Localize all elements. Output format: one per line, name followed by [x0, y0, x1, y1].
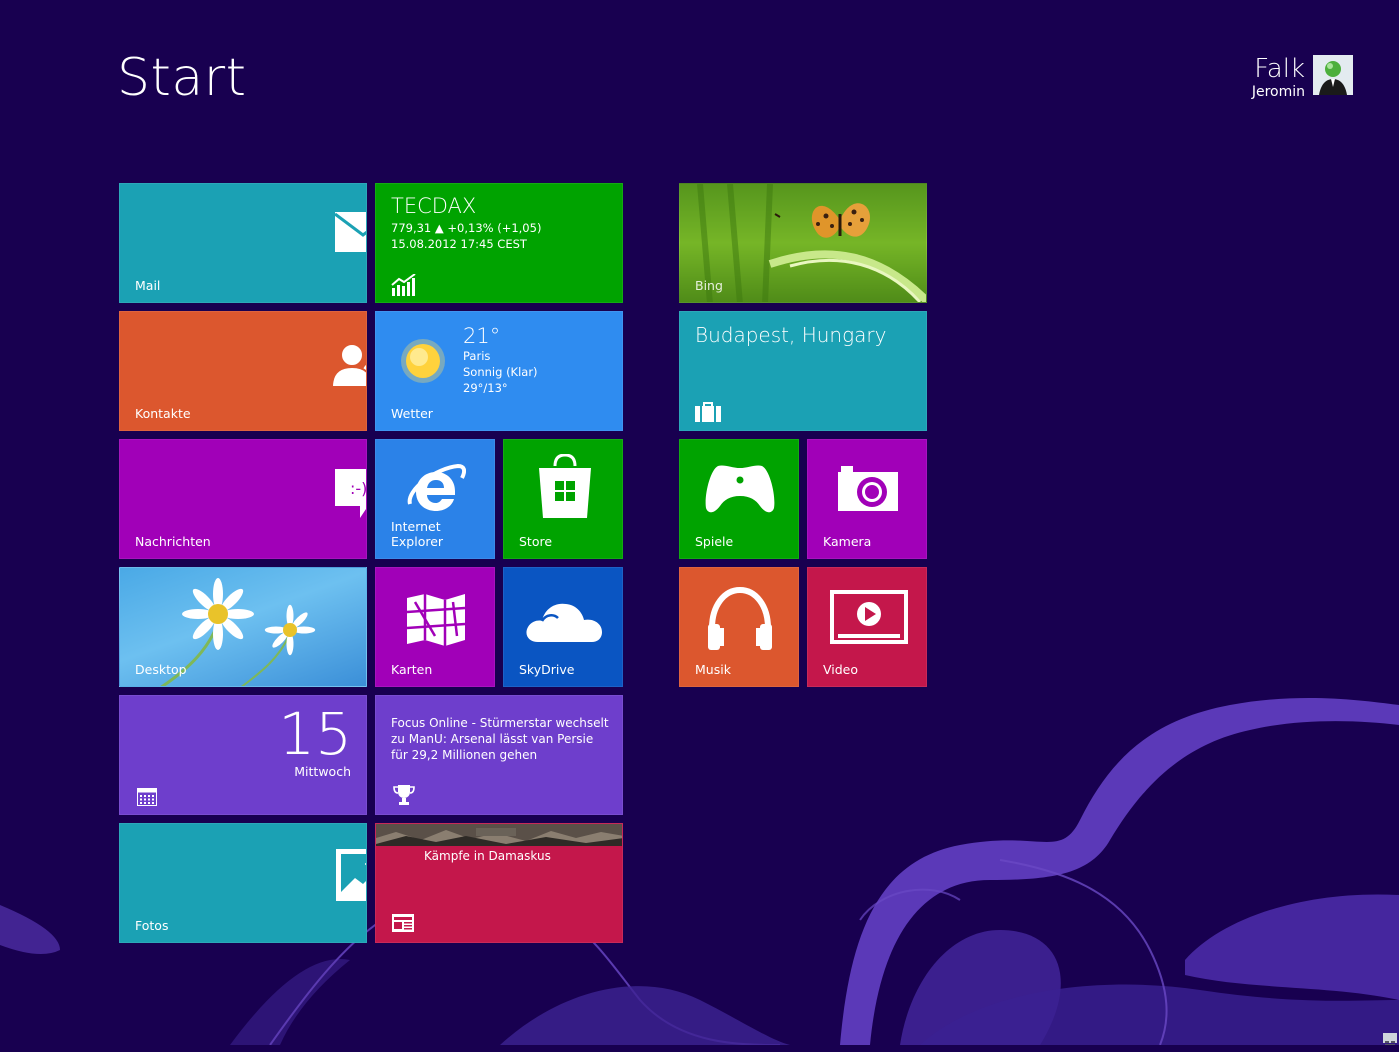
camera-icon: [838, 466, 898, 511]
calendar-weekday: Mittwoch: [294, 764, 351, 779]
zoom-button[interactable]: [1383, 1033, 1397, 1045]
zoom-icon: [1385, 1041, 1395, 1045]
tile-sports[interactable]: Focus Online - Stürmerstar wechselt zu M…: [375, 695, 623, 815]
cloud-icon: [526, 603, 602, 642]
sports-headline: Focus Online - Stürmerstar wechselt zu M…: [391, 716, 609, 762]
tile-weather[interactable]: 21° Paris Sonnig (Klar) 29°/13° Wetter: [375, 311, 623, 431]
tile-calendar[interactable]: 15 Mittwoch: [119, 695, 367, 815]
finance-chart-icon: [391, 274, 416, 296]
tile-label: Internet Explorer: [391, 519, 444, 549]
tile-mail[interactable]: Mail: [119, 183, 367, 303]
user-avatar-icon: [1313, 55, 1353, 95]
tile-messaging[interactable]: :-) Nachrichten: [119, 439, 367, 559]
newspaper-icon: [392, 914, 414, 932]
tile-label: SkyDrive: [519, 662, 575, 677]
tile-label: Bing: [695, 278, 723, 293]
user-account[interactable]: Falk Jeromin: [1252, 55, 1353, 101]
tile-label: Mail: [135, 278, 161, 293]
calendar-day: 15: [278, 700, 352, 768]
tile-store[interactable]: Store: [503, 439, 623, 559]
tile-video[interactable]: Video: [807, 567, 927, 687]
tile-label: Kamera: [823, 534, 872, 549]
tile-finance-tecdax[interactable]: TECDAX 779,31 ▲ +0,13% (+1,05) 15.08.201…: [375, 183, 623, 303]
internet-explorer-icon: [407, 463, 466, 511]
trophy-icon: [393, 785, 415, 805]
tile-news[interactable]: Kämpfe in Damaskus: [375, 823, 623, 943]
news-photo-strip: [376, 824, 622, 846]
calendar-icon: [137, 788, 157, 806]
user-first-name: Falk: [1254, 54, 1305, 84]
weather-temperature: 21°: [463, 324, 501, 348]
tile-bing[interactable]: Bing: [679, 183, 927, 303]
headphones-icon: [708, 586, 772, 650]
stock-index-value: 779,31 ▲ +0,13% (+1,05): [391, 221, 542, 235]
tile-internet-explorer[interactable]: Internet Explorer: [375, 439, 495, 559]
tile-music[interactable]: Musik: [679, 567, 799, 687]
tile-label: Karten: [391, 662, 433, 677]
tile-label: Store: [519, 534, 553, 549]
photo-icon: [336, 849, 366, 901]
tile-photos[interactable]: Fotos: [119, 823, 367, 943]
suitcase-icon: [695, 402, 721, 422]
tile-travel[interactable]: Budapest, Hungary: [679, 311, 927, 431]
tile-skydrive[interactable]: SkyDrive: [503, 567, 623, 687]
tile-desktop[interactable]: Desktop: [119, 567, 367, 687]
tile-label: Kontakte: [135, 406, 191, 421]
weather-city: Paris: [463, 349, 491, 363]
chat-bubble-icon: :-): [335, 469, 367, 518]
svg-text::-): :-): [350, 479, 367, 498]
tile-label: Fotos: [135, 918, 169, 933]
avatar[interactable]: [1313, 55, 1353, 95]
game-controller-icon: [705, 465, 775, 513]
tile-label: Video: [823, 662, 859, 677]
tile-camera[interactable]: Kamera: [807, 439, 927, 559]
tile-label: Spiele: [695, 534, 734, 549]
tile-games[interactable]: Spiele: [679, 439, 799, 559]
mail-icon: [334, 212, 366, 252]
weather-condition: Sonnig (Klar): [463, 365, 538, 379]
news-headline: Kämpfe in Damaskus: [424, 849, 551, 863]
sun-icon: [401, 339, 445, 383]
stock-index-timestamp: 15.08.2012 17:45 CEST: [391, 237, 527, 251]
tile-label: Wetter: [391, 406, 433, 421]
video-play-icon: [830, 590, 908, 644]
store-bag-icon: [539, 454, 591, 518]
people-icon: [330, 343, 366, 387]
travel-destination: Budapest, Hungary: [695, 323, 887, 347]
page-title: Start: [117, 48, 247, 108]
map-icon: [406, 594, 466, 646]
user-last-name: Jeromin: [1251, 84, 1305, 100]
tile-maps[interactable]: Karten: [375, 567, 495, 687]
tile-label: Musik: [695, 662, 731, 677]
tile-contacts[interactable]: Kontakte: [119, 311, 367, 431]
user-names: Falk Jeromin: [1252, 55, 1305, 101]
stock-index-name: TECDAX: [391, 194, 477, 218]
tile-label: Nachrichten: [135, 534, 211, 549]
tile-label: Desktop: [135, 662, 187, 677]
weather-range: 29°/13°: [463, 381, 508, 395]
